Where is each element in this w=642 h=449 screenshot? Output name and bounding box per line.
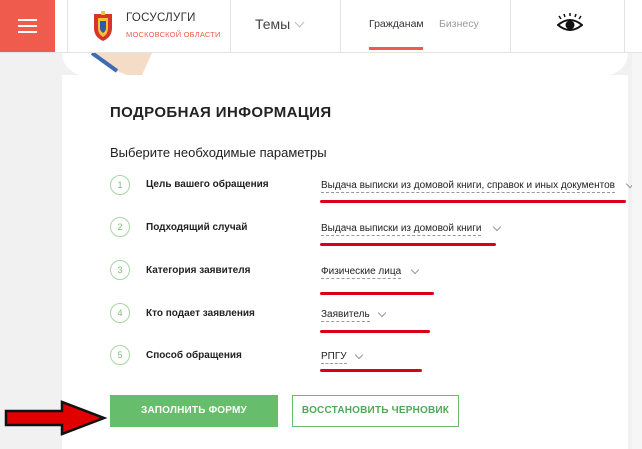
hero-banner	[62, 53, 628, 75]
step-number: 2	[110, 217, 130, 237]
step-number: 5	[110, 345, 130, 365]
annotation-underline	[320, 200, 626, 203]
banner-illustration	[90, 53, 152, 75]
step-number: 4	[110, 303, 130, 323]
purpose-select[interactable]: Выдача выписки из домовой книги, справок…	[321, 180, 615, 193]
arrow-right-icon	[4, 400, 108, 436]
annotation-underline	[320, 330, 430, 333]
fill-form-button[interactable]: ЗАПОЛНИТЬ ФОРМУ	[110, 395, 278, 427]
chevron-down-icon	[294, 17, 305, 28]
menu-button[interactable]	[0, 0, 55, 52]
site-header: ГОСУСЛУГИ МОСКОВСКОЙ ОБЛАСТИ Темы Гражда…	[0, 0, 642, 53]
annotation-underline	[320, 292, 434, 295]
nav-citizens[interactable]: Гражданам	[369, 18, 424, 30]
param-label: Кто подает заявления	[146, 308, 255, 319]
eye-icon[interactable]	[557, 13, 583, 37]
page-title: ПОДРОБНАЯ ИНФОРМАЦИЯ	[110, 104, 332, 121]
applicant-category-select[interactable]: Физические лица	[321, 266, 402, 279]
section-subtitle: Выберите необходимые параметры	[110, 145, 327, 160]
step-number: 3	[110, 260, 130, 280]
brand-name: ГОСУСЛУГИ	[126, 12, 196, 24]
coat-of-arms-icon[interactable]	[86, 10, 120, 44]
param-label: Цель вашего обращения	[146, 179, 269, 190]
submitter-select[interactable]: Заявитель	[321, 309, 370, 322]
annotation-underline	[320, 243, 496, 246]
param-label: Подходящий случай	[146, 222, 248, 233]
scrollbar[interactable]	[632, 53, 642, 449]
step-number: 1	[110, 175, 130, 195]
themes-label: Темы	[255, 16, 291, 32]
case-select[interactable]: Выдача выписки из домовой книги	[321, 223, 482, 236]
restore-draft-button[interactable]: ВОССТАНОВИТЬ ЧЕРНОВИК	[292, 395, 459, 427]
region-name: МОСКОВСКОЙ ОБЛАСТИ	[126, 30, 221, 39]
nav-business[interactable]: Бизнесу	[439, 18, 479, 30]
hamburger-icon	[18, 19, 37, 21]
nav-active-indicator	[369, 47, 423, 50]
form-card	[62, 75, 628, 449]
param-label: Способ обращения	[146, 350, 242, 361]
annotation-underline	[320, 369, 422, 372]
param-label: Категория заявителя	[146, 265, 251, 276]
method-select[interactable]: РПГУ	[321, 351, 347, 364]
themes-dropdown[interactable]: Темы	[255, 16, 305, 32]
